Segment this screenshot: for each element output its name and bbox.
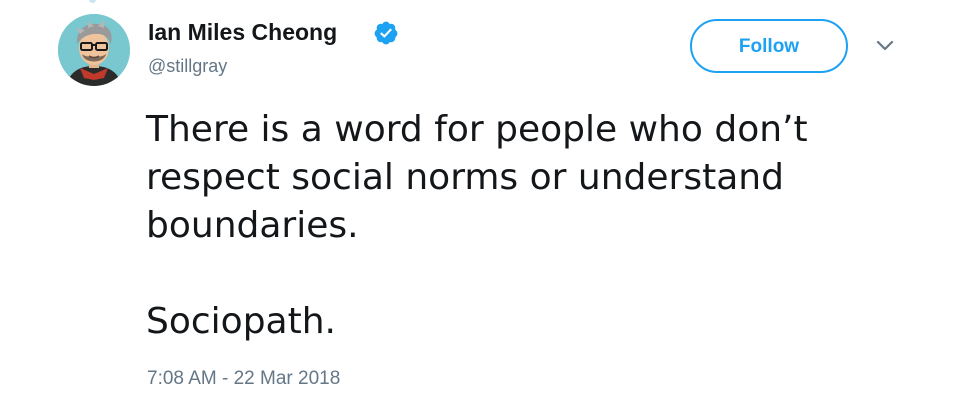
tweet-line: respect social norms or understand: [146, 157, 784, 198]
tweet-line: boundaries.: [146, 205, 359, 246]
tweet-card: Ian Miles Cheong @stillgray Follow There…: [0, 0, 958, 409]
tweet-line: Sociopath.: [146, 301, 336, 342]
avatar-illustration: [58, 14, 130, 86]
tweet-timestamp[interactable]: 7:08 AM - 22 Mar 2018: [147, 366, 340, 392]
verified-badge-icon: [373, 20, 399, 46]
tweet-body: There is a word for people who don’t res…: [146, 106, 906, 346]
display-name[interactable]: Ian Miles Cheong: [148, 18, 337, 46]
user-handle[interactable]: @stillgray: [148, 54, 227, 78]
decorative-dot: [89, 0, 96, 3]
follow-button[interactable]: Follow: [690, 19, 848, 73]
avatar[interactable]: [58, 14, 130, 86]
chevron-down-icon[interactable]: [872, 37, 898, 55]
tweet-line: There is a word for people who don’t: [146, 109, 808, 150]
